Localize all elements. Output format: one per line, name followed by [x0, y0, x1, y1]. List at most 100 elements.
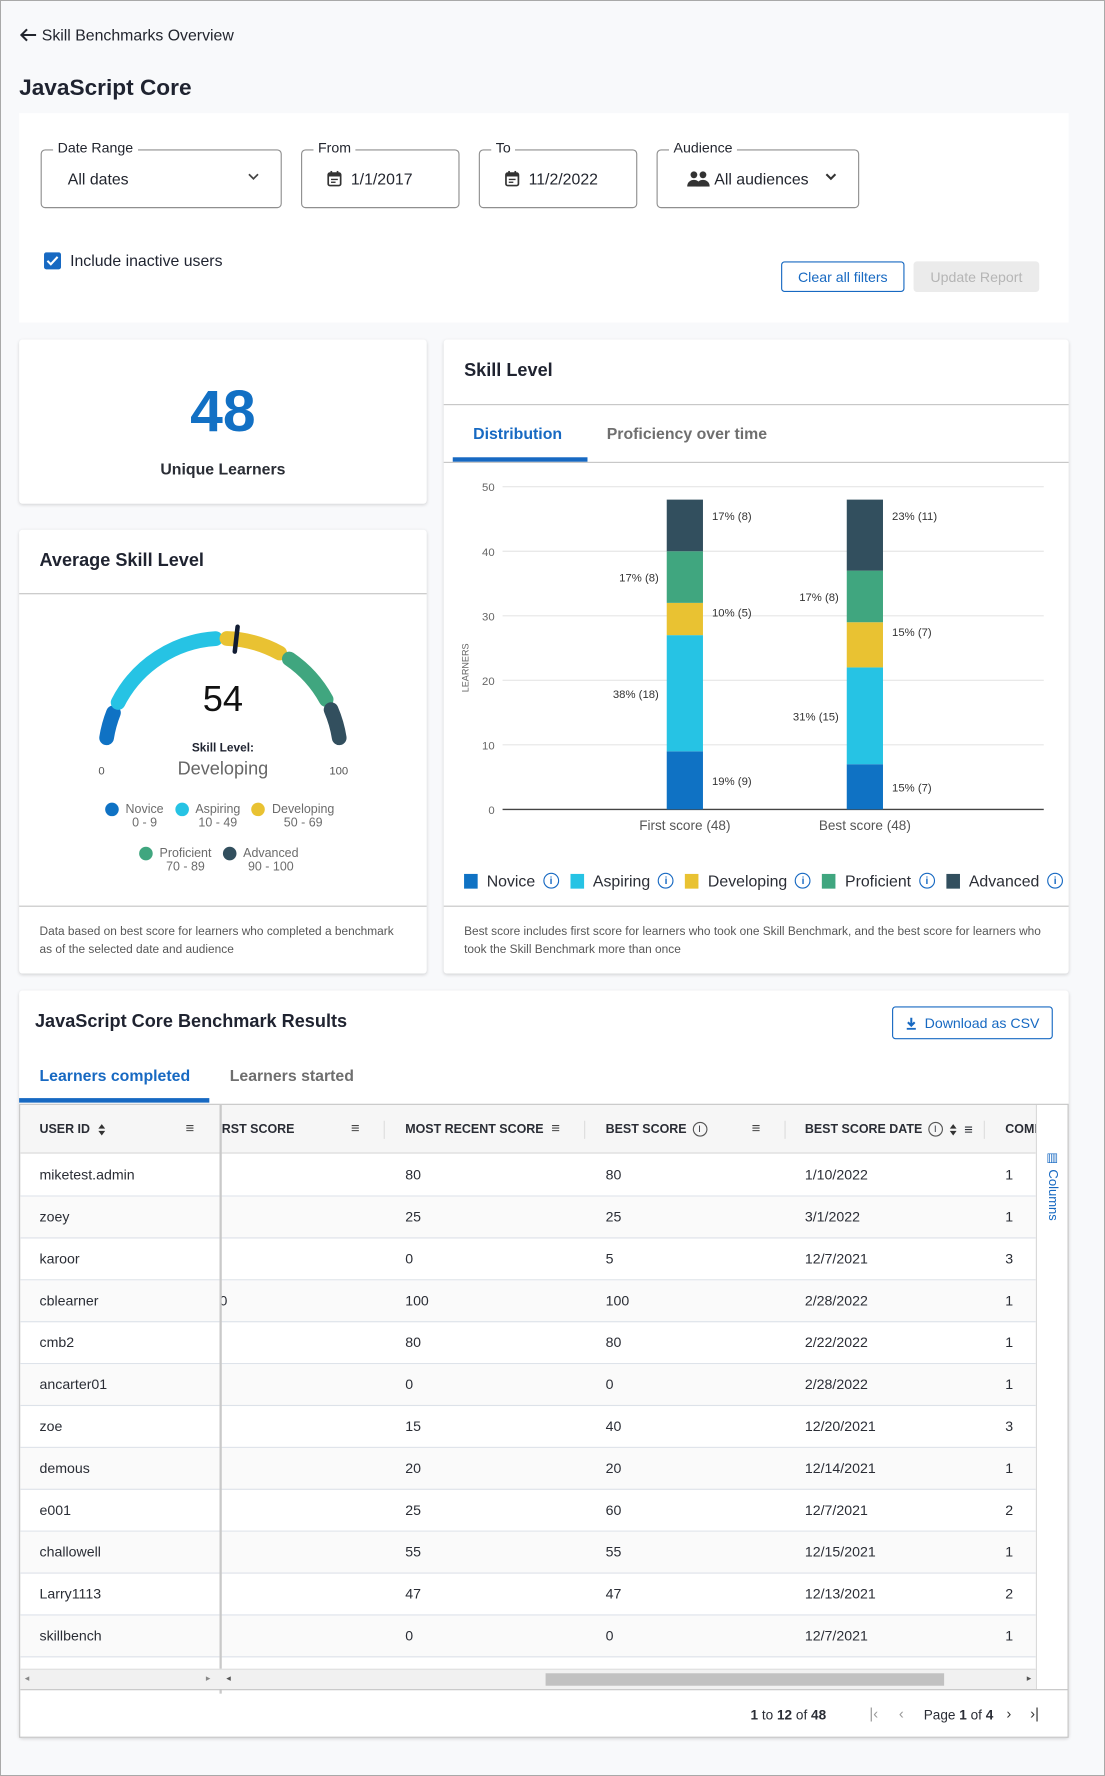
- cell-recent: 47: [405, 1586, 421, 1602]
- data-label: 19% (9): [712, 776, 752, 788]
- table-row[interactable]: e001 25 60 12/7/2021 2: [20, 1490, 1036, 1532]
- legend-advanced: Advanced 90 - 100: [222, 846, 299, 874]
- column-menu-icon[interactable]: ≡: [186, 1120, 195, 1137]
- column-separator: [383, 1120, 385, 1139]
- horizontal-scrollbar[interactable]: ◂ ▸ ◂ ▸: [20, 1668, 1036, 1690]
- page-indicator: Page 1 of 4: [923, 1707, 994, 1724]
- column-header-best-score[interactable]: BEST SCORE i: [606, 1105, 707, 1154]
- column-menu-icon[interactable]: ≡: [964, 1121, 973, 1138]
- table-row[interactable]: Larry1113 47 47 12/13/2021 2: [20, 1574, 1036, 1616]
- legend-dot: [251, 802, 266, 817]
- info-icon[interactable]: i: [658, 872, 674, 889]
- chevron-down-icon: [825, 173, 837, 181]
- skill-level-card: Skill Level Distribution Proficiency ove…: [443, 339, 1069, 974]
- cell-comp: 1: [1005, 1544, 1014, 1561]
- info-icon[interactable]: i: [919, 872, 935, 889]
- scroll-right-icon[interactable]: ▸: [206, 1673, 211, 1683]
- scroll-right-icon[interactable]: ▸: [1027, 1673, 1032, 1683]
- table-row[interactable]: cblearner 0 100 100 2/28/2022 1: [20, 1280, 1036, 1323]
- distribution-chart: 0 10 20 30 40 50 LEARNERS 19% (9) 38% (18) 10% (5…: [461, 482, 1044, 833]
- cell-recent: 0: [405, 1627, 414, 1644]
- cell-recent: 25: [405, 1209, 421, 1225]
- table-row[interactable]: zoey 25 25 3/1/2022 1: [20, 1196, 1036, 1239]
- cell-date: 2/28/2022: [804, 1376, 868, 1393]
- column-header-user-id[interactable]: USER ID: [39, 1105, 105, 1154]
- info-icon[interactable]: i: [692, 1121, 707, 1137]
- table-row[interactable]: ancarter01 0 0 2/28/2022 1: [20, 1364, 1036, 1407]
- scroll-left-icon[interactable]: ◂: [25, 1673, 30, 1683]
- cell-best: 0: [605, 1627, 614, 1644]
- date-range-select[interactable]: Date Range All dates: [40, 140, 282, 209]
- column-header-most-recent-score[interactable]: MOST RECENT SCORE: [405, 1105, 543, 1154]
- gauge-max: 100: [329, 765, 349, 778]
- sort-icon: [949, 1123, 957, 1135]
- data-label: 15% (7): [892, 627, 932, 639]
- cell-recent: 80: [405, 1167, 421, 1184]
- to-date-field[interactable]: To 11/2/2022: [478, 140, 638, 209]
- data-label: 17% (8): [799, 592, 839, 604]
- info-icon[interactable]: i: [1047, 872, 1064, 889]
- previous-page-icon[interactable]: ‹: [899, 1705, 904, 1722]
- clear-all-filters-button[interactable]: Clear all filters: [781, 261, 905, 292]
- scrollbar-thumb[interactable]: [545, 1673, 945, 1686]
- cell-user: e001: [39, 1502, 71, 1519]
- last-page-icon[interactable]: ›|: [1030, 1705, 1039, 1722]
- from-date-field[interactable]: From 1/1/2017: [301, 140, 460, 209]
- cell-best: 47: [605, 1586, 622, 1602]
- bar-segment-aspiring: [666, 635, 703, 752]
- scroll-left-icon[interactable]: ◂: [226, 1673, 231, 1683]
- info-icon[interactable]: i: [795, 872, 812, 889]
- column-header-completions[interactable]: COMI: [1005, 1105, 1038, 1154]
- table-row[interactable]: cmb2 80 80 2/22/2022 1: [20, 1322, 1036, 1365]
- column-menu-icon[interactable]: ≡: [351, 1120, 360, 1137]
- tab-indicator: [19, 1098, 210, 1103]
- info-icon[interactable]: i: [543, 872, 559, 889]
- column-menu-icon[interactable]: ≡: [551, 1120, 560, 1137]
- people-icon: [687, 171, 710, 187]
- tab-distribution[interactable]: Distribution: [473, 424, 562, 442]
- legend-dot: [174, 802, 189, 817]
- table-row[interactable]: zoe 15 40 12/20/2021 3: [20, 1406, 1036, 1448]
- divider: [443, 404, 1069, 406]
- from-value: 1/1/2017: [350, 169, 413, 188]
- y-tick-label: 40: [482, 547, 495, 559]
- include-inactive-checkbox[interactable]: Include inactive users: [44, 251, 223, 269]
- column-header-first-score[interactable]: RST SCORE: [222, 1105, 295, 1154]
- table-row[interactable]: skillbench 0 0 12/7/2021 1: [20, 1615, 1036, 1658]
- data-label: 17% (8): [619, 573, 659, 585]
- cell-user: challowell: [39, 1544, 101, 1561]
- legend-dot: [139, 846, 153, 861]
- tab-learners-started[interactable]: Learners started: [230, 1066, 354, 1084]
- tab-proficiency-over-time[interactable]: Proficiency over time: [607, 424, 767, 442]
- divider: [443, 905, 1069, 907]
- column-menu-icon[interactable]: ≡: [752, 1120, 761, 1137]
- chevron-down-icon: [248, 173, 259, 180]
- tab-learners-completed[interactable]: Learners completed: [39, 1066, 190, 1084]
- legend-developing: Developing 50 - 69: [251, 802, 334, 830]
- y-tick-label: 0: [488, 805, 494, 817]
- skill-level-title: Skill Level: [464, 361, 553, 381]
- cell-best: 0: [605, 1376, 614, 1393]
- cell-user: cblearner: [39, 1292, 99, 1309]
- legend-swatch: [570, 873, 584, 889]
- column-header-best-score-date[interactable]: BEST SCORE DATE i ≡: [805, 1105, 973, 1154]
- columns-panel-toggle[interactable]: ▥ Columns: [1035, 1104, 1068, 1690]
- table-row[interactable]: demous 20 20 12/14/2021 1: [20, 1447, 1036, 1490]
- first-page-icon[interactable]: |‹: [869, 1705, 878, 1722]
- y-tick-label: 50: [482, 482, 495, 494]
- back-link[interactable]: Skill Benchmarks Overview: [19, 26, 234, 44]
- date-range-value: All dates: [67, 169, 129, 188]
- next-page-icon[interactable]: ›: [1006, 1705, 1011, 1722]
- divider: [443, 461, 1069, 463]
- bar-segment-developing: [846, 622, 883, 668]
- legend-swatch: [946, 873, 960, 889]
- table-row[interactable]: karoor 0 5 12/7/2021 3: [20, 1238, 1036, 1281]
- table-row[interactable]: challowell 55 55 12/15/2021 1: [20, 1531, 1036, 1574]
- to-value: 11/2/2022: [528, 169, 598, 188]
- info-icon[interactable]: i: [927, 1121, 943, 1137]
- audience-select[interactable]: Audience All audiences: [656, 140, 860, 209]
- columns-icon: ▥: [1044, 1150, 1059, 1165]
- table-row[interactable]: miketest.admin 80 80 1/10/2022 1: [20, 1155, 1036, 1197]
- download-csv-button[interactable]: Download as CSV: [892, 1006, 1053, 1040]
- chart-legend: Novice i Aspiring i Developing i Proficient i Ad…: [464, 872, 1064, 890]
